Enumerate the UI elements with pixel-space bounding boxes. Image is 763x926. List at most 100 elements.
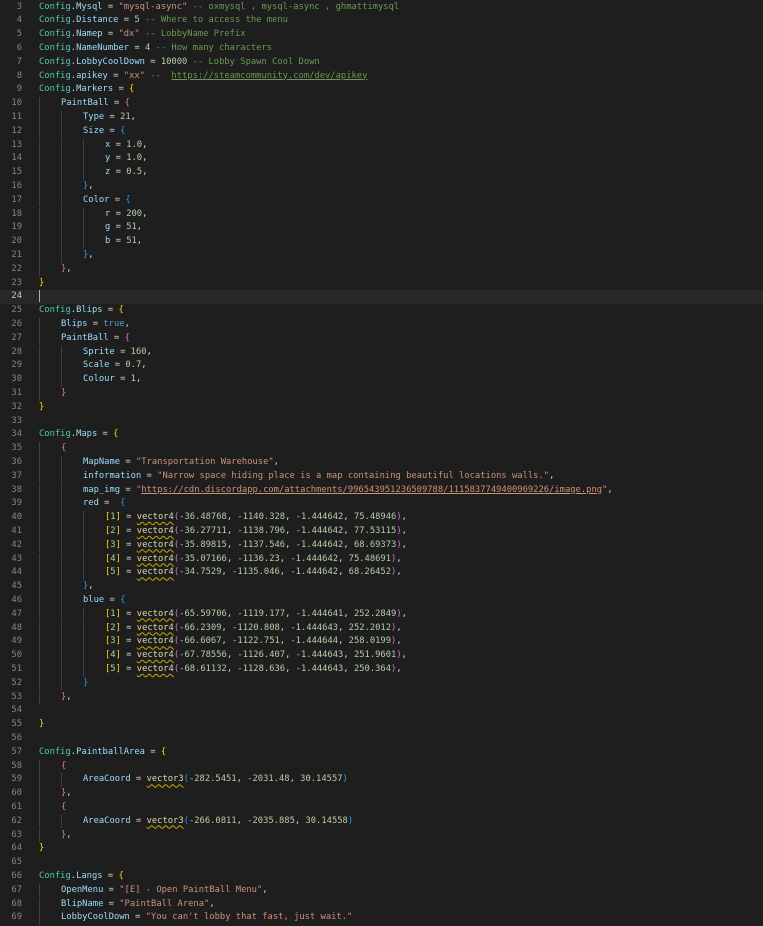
code-line[interactable]: 40 [1] = vector4(-36.48768, -1140.328, -1…: [0, 511, 763, 525]
code-line[interactable]: 26 Blips = true,: [0, 317, 763, 332]
code-line[interactable]: 42 [3] = vector4(-35.89815, -1137.546, -1…: [0, 538, 763, 553]
code-line[interactable]: 47 [1] = vector4(-65.59706, -1119.177, -1…: [0, 607, 763, 622]
punctuation: ,: [66, 263, 72, 274]
code-line[interactable]: 27 PaintBall = {: [0, 331, 763, 346]
code-line[interactable]: 39 red = {: [0, 497, 763, 512]
code-line[interactable]: 34 Config.Maps = {: [0, 428, 763, 442]
indent-guide: [39, 828, 40, 843]
code-line[interactable]: 29 Scale = 0.7,: [0, 359, 763, 374]
code-content: Config.Langs = {: [39, 870, 124, 884]
line-number: 25: [11, 305, 22, 316]
code-line[interactable]: 21},: [0, 248, 763, 263]
code-line[interactable]: 14 y = 1.0,: [0, 152, 763, 167]
code-line[interactable]: 56: [0, 732, 763, 746]
code-line[interactable]: 63},: [0, 828, 763, 843]
punctuation: ,: [66, 829, 72, 840]
code-line[interactable]: 62 AreaCoord = vector3(-266.0811, -2035.8…: [0, 814, 763, 829]
code-line[interactable]: 11 Type = 21,: [0, 110, 763, 125]
code-line[interactable]: 59 AreaCoord = vector3(-282.5451, -2031.4…: [0, 773, 763, 788]
indent-guide: [83, 635, 84, 650]
code-line[interactable]: 64}: [0, 842, 763, 856]
code-line[interactable]: 45},: [0, 580, 763, 594]
code-line[interactable]: 65: [0, 856, 763, 870]
property-name: Langs: [76, 870, 103, 881]
code-line[interactable]: 36 MapName = "Transportation Warehouse",: [0, 455, 763, 470]
code-line[interactable]: 54: [0, 704, 763, 718]
code-line[interactable]: 43 [4] = vector4(-35.07166, -1136.23, -1.…: [0, 552, 763, 567]
code-line[interactable]: 20 b = 51,: [0, 235, 763, 249]
number-literal: -1120.808: [232, 622, 280, 633]
code-line[interactable]: 53},: [0, 690, 763, 705]
punctuation: =: [144, 56, 161, 67]
code-line[interactable]: 3 Config.Mysql = "mysql-async" -- oxmysql…: [0, 1, 763, 15]
config-identifier: Config: [39, 1, 71, 12]
code-editor[interactable]: 3 Config.Mysql = "mysql-async" -- oxmysql…: [0, 0, 763, 926]
code-line[interactable]: 37 information = "Narrow space hiding pla…: [0, 469, 763, 484]
code-line[interactable]: 9 Config.Markers = {: [0, 83, 763, 97]
code-line[interactable]: 22},: [0, 262, 763, 277]
property-name: LobbyCoolDown: [61, 912, 130, 923]
code-line[interactable]: 33: [0, 415, 763, 429]
code-line[interactable]: 12 Size = {: [0, 124, 763, 139]
punctuation: =: [120, 525, 137, 536]
indent-guide: [39, 552, 40, 567]
code-line[interactable]: 32}: [0, 401, 763, 415]
code-line[interactable]: 41 [2] = vector4(-36.27711, -1138.796, -1…: [0, 524, 763, 539]
code-line[interactable]: 68 BlipName = "PaintBall Arena",: [0, 897, 763, 912]
code-content: [3] = vector4(-66.6067, -1122.751, -1.44…: [105, 635, 402, 649]
code-line[interactable]: 10 PaintBall = {: [0, 97, 763, 111]
code-line[interactable]: 25 Config.Blips = {: [0, 304, 763, 318]
property-name: Type: [83, 111, 105, 122]
code-line[interactable]: 69 LobbyCoolDown = "You can't lobby that …: [0, 911, 763, 926]
code-line[interactable]: 35 {: [0, 442, 763, 456]
config-identifier: Config: [39, 746, 71, 757]
code-line[interactable]: 58 {: [0, 759, 763, 774]
code-line[interactable]: 4 Config.Distance = 5 -- Where to access …: [0, 14, 763, 28]
code-line[interactable]: 6 Config.NameNumber = 4 -- How many chara…: [0, 42, 763, 56]
code-line[interactable]: 28 Sprite = 160,: [0, 345, 763, 360]
code-line[interactable]: 16},: [0, 179, 763, 194]
code-line[interactable]: 8 Config.apikey = "xx" -- https://steamco…: [0, 70, 763, 84]
code-line[interactable]: 55}: [0, 718, 763, 732]
code-line[interactable]: 13 x = 1.0,: [0, 138, 763, 153]
code-line[interactable]: 67 OpenMenu = "[E] - Open PaintBall Menu"…: [0, 883, 763, 898]
code-line[interactable]: 5 Config.Namep = "dx" -- LobbyName Prefix: [0, 28, 763, 42]
code-line[interactable]: 60},: [0, 787, 763, 801]
code-line[interactable]: 51 [5] = vector4(-68.61132, -1128.636, -1…: [0, 662, 763, 677]
code-line[interactable]: 57 Config.PaintballArea = {: [0, 746, 763, 760]
code-line[interactable]: 30 Colour = 1,: [0, 373, 763, 387]
punctuation: ,: [142, 167, 148, 178]
config-identifier: Config: [39, 15, 71, 26]
punctuation: =: [103, 898, 120, 909]
line-number: 41: [11, 525, 22, 536]
code-line[interactable]: 17 Color = {: [0, 193, 763, 208]
punctuation: ,: [221, 636, 233, 647]
code-line[interactable]: 19 g = 51,: [0, 221, 763, 236]
comment-link[interactable]: https://steamcommunity.com/dev/apikey: [171, 71, 367, 81]
property-name: PaintBall: [61, 98, 109, 109]
function-call: vector4: [136, 636, 174, 647]
code-line[interactable]: 38 map_img = "https://cdn.discordapp.com/…: [0, 483, 763, 498]
code-line[interactable]: 23}: [0, 277, 763, 291]
code-line[interactable]: 31}: [0, 386, 763, 401]
code-line[interactable]: 61 {: [0, 800, 763, 815]
punctuation: ,: [285, 650, 296, 661]
string-link[interactable]: https://cdn.discordapp.com/attachments/9…: [141, 485, 602, 495]
code-content: x = 1.0,: [105, 139, 147, 153]
code-line[interactable]: 15 z = 0.5,: [0, 166, 763, 180]
code-line[interactable]: 50 [4] = vector4(-67.78556, -1126.407, -1…: [0, 649, 763, 663]
indent-guide: [61, 621, 62, 636]
bracket: {: [61, 801, 67, 812]
indent-guide: [61, 110, 62, 125]
code-line[interactable]: 46 blue = {: [0, 593, 763, 608]
code-content: Config.Namep = "dx" -- LobbyName Prefix: [39, 28, 246, 42]
code-line[interactable]: 18 r = 200,: [0, 207, 763, 222]
code-line[interactable]: 24: [0, 290, 763, 305]
punctuation: ,: [221, 622, 233, 633]
code-line[interactable]: 7 Config.LobbyCoolDown = 10000 -- Lobby S…: [0, 56, 763, 70]
code-line[interactable]: 48 [2] = vector4(-66.2309, -1120.808, -1.…: [0, 621, 763, 636]
code-line[interactable]: 66 Config.Langs = {: [0, 870, 763, 884]
code-line[interactable]: 52}: [0, 676, 763, 691]
code-line[interactable]: 49 [3] = vector4(-66.6067, -1122.751, -1.…: [0, 635, 763, 650]
code-line[interactable]: 44 [5] = vector4(-34.7529, -1135.046, -1.…: [0, 566, 763, 581]
